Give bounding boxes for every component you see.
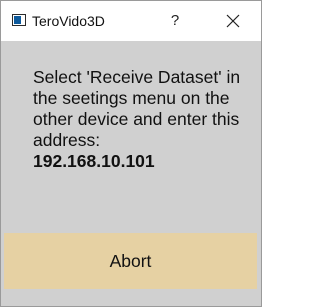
abort-button[interactable]: Abort [4, 233, 257, 289]
ip-address: 192.168.10.101 [33, 151, 155, 171]
help-button[interactable]: ? [163, 7, 187, 35]
close-button[interactable] [219, 9, 247, 33]
dialog-window: TeroVido3D ? Select 'Receive Dataset' in… [0, 0, 262, 307]
title-bar[interactable]: TeroVido3D ? [1, 1, 261, 41]
window-title: TeroVido3D [32, 13, 105, 29]
instruction-text: Select 'Receive Dataset' in the seetings… [33, 67, 241, 150]
app-window-icon [12, 14, 26, 26]
instruction-message: Select 'Receive Dataset' in the seetings… [33, 67, 255, 172]
close-icon [226, 14, 240, 28]
